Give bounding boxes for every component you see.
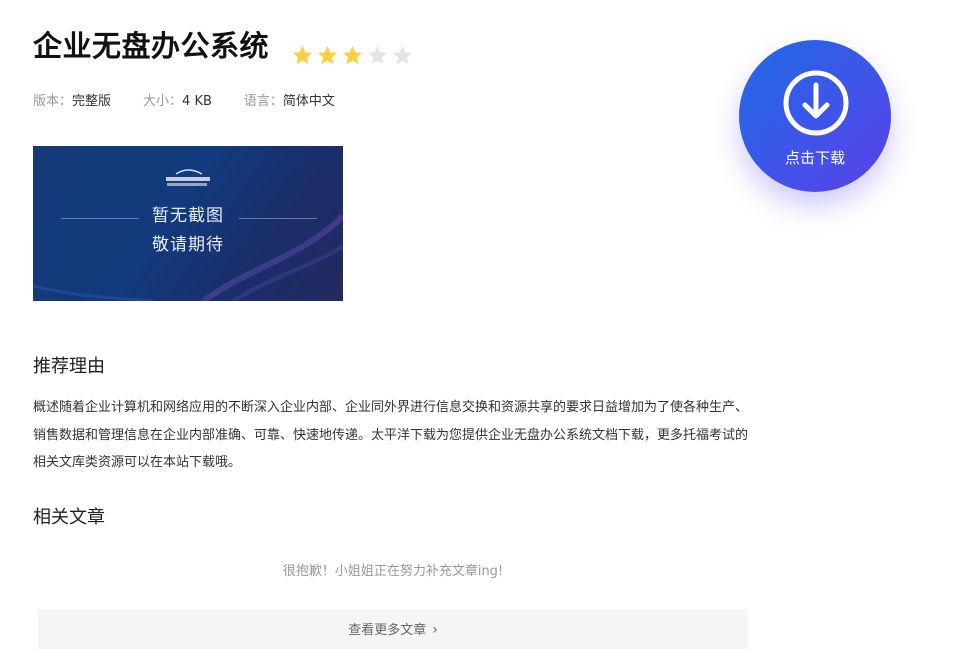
download-button[interactable]: 点击下载: [739, 40, 891, 192]
more-articles-label: 查看更多文章: [348, 623, 427, 638]
page-title: 企业无盘办公系统: [33, 29, 270, 63]
meta-version-label: 版本：: [33, 94, 73, 109]
meta-info: 版本：完整版 大小：4 KB 语言：简体中文: [33, 90, 367, 109]
star-filled-icon: [342, 45, 363, 65]
meta-size: 大小：4 KB: [143, 90, 212, 109]
meta-size-value: 4 KB: [182, 94, 212, 109]
more-articles-button[interactable]: 查看更多文章 ›: [38, 609, 748, 649]
star-empty-icon: [367, 45, 388, 65]
meta-language-value: 简体中文: [282, 94, 335, 109]
star-empty-icon: [392, 45, 413, 65]
screenshot-text-2: 敬请期待: [152, 235, 224, 255]
recommend-heading: 推荐理由: [33, 356, 105, 377]
related-empty-message: 很抱歉！小姐姐正在努力补充文章ing!: [282, 564, 504, 579]
screenshot-text-1: 暂无截图: [152, 206, 224, 226]
related-heading: 相关文章: [33, 507, 105, 528]
meta-version-value: 完整版: [72, 94, 112, 109]
meta-language: 语言：简体中文: [244, 90, 335, 109]
meta-language-label: 语言：: [243, 94, 283, 109]
rating-stars: [291, 44, 414, 67]
chevron-right-icon: ›: [432, 622, 438, 638]
download-label: 点击下载: [784, 149, 845, 167]
screenshot-placeholder: 暂无截图 敬请期待: [33, 146, 343, 301]
star-filled-icon: [317, 45, 338, 65]
meta-size-label: 大小：: [143, 94, 183, 109]
pconline-logo-icon: [166, 169, 210, 186]
recommend-text: 概述随着企业计算机和网络应用的不断深入企业内部、企业同外界进行信息交换和资源共享…: [33, 400, 749, 470]
star-filled-icon: [292, 45, 313, 65]
meta-version: 版本：完整版: [33, 90, 111, 109]
download-arrow-icon: [783, 70, 849, 136]
